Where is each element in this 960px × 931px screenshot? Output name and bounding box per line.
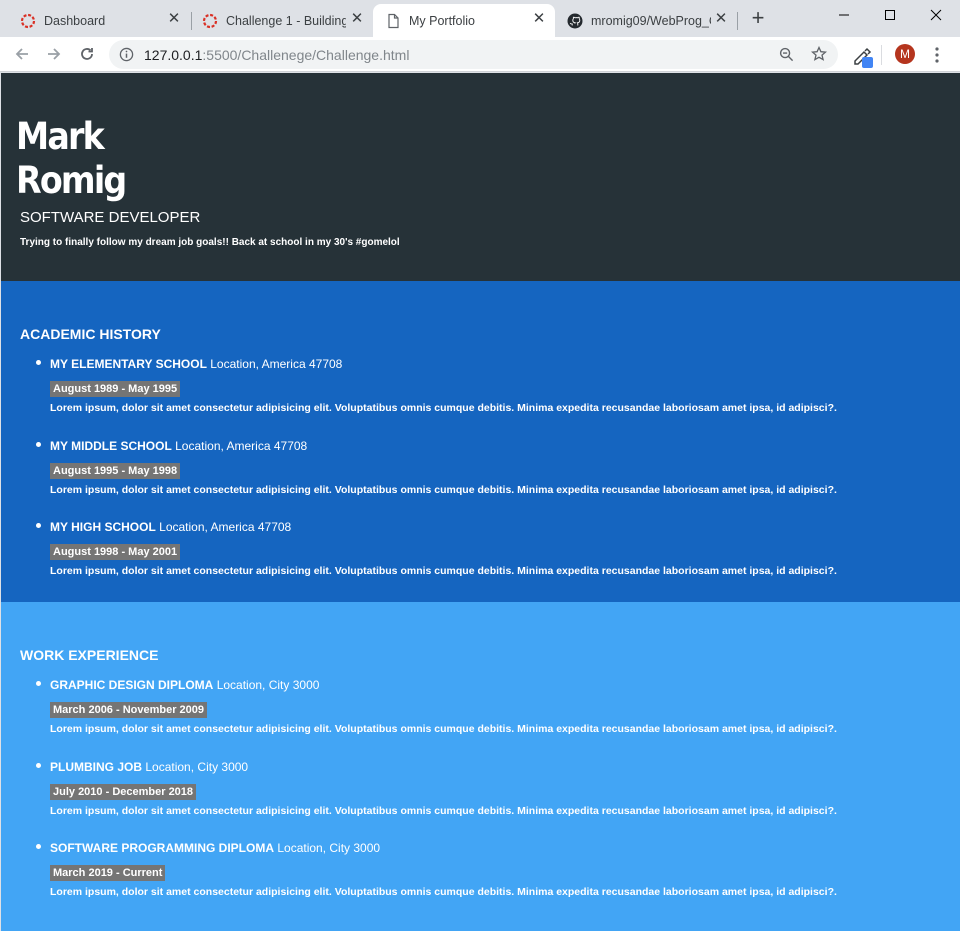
tab-my-portfolio[interactable]: My Portfolio ✕ (373, 4, 555, 37)
url-path: :5500/Challenege/Challenge.html (202, 47, 410, 63)
maximize-button[interactable] (867, 0, 913, 30)
entry-heading: SOFTWARE PROGRAMMING DIPLOMA Location, C… (50, 841, 380, 855)
entry-title: MY ELEMENTARY SCHOOL (50, 357, 207, 371)
date-badge: August 1998 - May 2001 (50, 544, 181, 560)
zoom-icon[interactable] (779, 47, 794, 62)
bullet-icon (36, 681, 41, 686)
url-host: 127.0.0.1 (144, 47, 203, 63)
bullet-icon (36, 844, 41, 849)
page-icon (388, 13, 399, 28)
extension-button[interactable] (852, 46, 874, 68)
close-tab-icon[interactable]: ✕ (531, 11, 547, 27)
hero-section: Mark Romig SOFTWARE DEVELOPER Trying to … (1, 73, 960, 281)
reload-icon (81, 48, 93, 60)
entry-description: Lorem ipsum, dolor sit amet consectetur … (50, 805, 837, 817)
close-tab-icon[interactable]: ✕ (713, 11, 729, 27)
tab-dashboard[interactable]: Dashboard ✕ (8, 4, 190, 37)
minimize-button[interactable] (821, 0, 867, 30)
forward-button[interactable] (42, 42, 66, 66)
entry-heading: MY ELEMENTARY SCHOOL Location, America 4… (50, 357, 342, 371)
tab-strip: Dashboard ✕ Challenge 1 - Building ✕ My … (0, 0, 960, 37)
entry-description: Lorem ipsum, dolor sit amet consectetur … (50, 484, 837, 496)
new-tab-button[interactable]: + (747, 7, 769, 30)
back-button[interactable] (10, 42, 34, 66)
entry-location: Location, America 47708 (175, 439, 308, 453)
eyedropper-icon (854, 47, 873, 68)
entry-description: Lorem ipsum, dolor sit amet consectetur … (50, 886, 837, 898)
bullet-icon (36, 360, 41, 365)
hero-tagline: Trying to finally follow my dream job go… (20, 237, 400, 248)
bullet-icon (36, 442, 41, 447)
bullet-icon (36, 523, 41, 528)
url-text[interactable]: 127.0.0.1:5500/Challenege/Challenge.html (144, 47, 409, 63)
profile-avatar[interactable]: M (895, 44, 915, 64)
section-heading: WORK EXPERIENCE (20, 647, 159, 663)
entry-description: Lorem ipsum, dolor sit amet consectetur … (50, 723, 837, 735)
spinner-icon (202, 13, 218, 28)
date-badge: March 2019 - Current (50, 865, 166, 881)
bookmark-star-icon[interactable] (811, 46, 827, 62)
date-badge: August 1995 - May 1998 (50, 463, 181, 479)
section-heading: ACADEMIC HISTORY (20, 326, 161, 342)
close-tab-icon[interactable]: ✕ (349, 11, 365, 27)
forward-arrow-icon (48, 48, 61, 60)
entry-description: Lorem ipsum, dolor sit amet consectetur … (50, 402, 837, 414)
date-badge: August 1989 - May 1995 (50, 381, 181, 397)
toolbar-divider (881, 45, 882, 65)
entry-title: SOFTWARE PROGRAMMING DIPLOMA (50, 841, 274, 855)
tab-github[interactable]: mromig09/WebProg_C ✕ (555, 4, 737, 37)
entry-location: Location, City 3000 (216, 678, 320, 692)
entry-heading: PLUMBING JOB Location, City 3000 (50, 760, 248, 774)
academic-history-section: ACADEMIC HISTORY MY ELEMENTARY SCHOOL Lo… (1, 281, 960, 602)
entry-heading: MY HIGH SCHOOL Location, America 47708 (50, 520, 291, 534)
github-icon (567, 13, 583, 28)
tab-challenge[interactable]: Challenge 1 - Building ✕ (190, 4, 373, 37)
hero-name: Mark Romig (16, 115, 127, 203)
reload-button[interactable] (75, 42, 99, 66)
more-vert-icon (935, 47, 939, 63)
close-tab-icon[interactable]: ✕ (166, 11, 182, 27)
maximize-icon (885, 10, 895, 20)
browser-toolbar: 127.0.0.1:5500/Challenege/Challenge.html… (0, 37, 960, 72)
tab-title: mromig09/WebProg_C (591, 13, 711, 28)
last-name: Romig (16, 159, 127, 202)
date-badge: July 2010 - December 2018 (50, 784, 197, 800)
entry-location: Location, City 3000 (277, 841, 381, 855)
tab-divider (737, 12, 738, 30)
portfolio-page: Mark Romig SOFTWARE DEVELOPER Trying to … (1, 73, 960, 931)
first-name: Mark (16, 115, 105, 158)
entry-location: Location, City 3000 (145, 760, 249, 774)
entry-location: Location, America 47708 (159, 520, 292, 534)
tab-title: My Portfolio (409, 13, 475, 28)
entry-location: Location, America 47708 (210, 357, 343, 371)
work-experience-section: WORK EXPERIENCE GRAPHIC DESIGN DIPLOMA L… (1, 602, 960, 931)
address-bar[interactable]: 127.0.0.1:5500/Challenege/Challenge.html (109, 40, 838, 69)
close-icon (930, 9, 942, 21)
entry-title: MY HIGH SCHOOL (50, 520, 156, 534)
minimize-icon (839, 14, 849, 16)
info-icon[interactable] (119, 47, 134, 62)
bullet-icon (36, 763, 41, 768)
tab-title: Dashboard (44, 13, 106, 28)
menu-button[interactable] (930, 45, 944, 65)
back-arrow-icon (15, 48, 28, 60)
entry-heading: MY MIDDLE SCHOOL Location, America 47708 (50, 439, 307, 453)
entry-title: PLUMBING JOB (50, 760, 143, 774)
entry-description: Lorem ipsum, dolor sit amet consectetur … (50, 565, 837, 577)
date-badge: March 2006 - November 2009 (50, 702, 208, 718)
close-window-button[interactable] (913, 0, 959, 30)
entry-title: MY MIDDLE SCHOOL (50, 439, 172, 453)
spinner-icon (20, 13, 36, 28)
hero-role: SOFTWARE DEVELOPER (20, 209, 201, 226)
entry-title: GRAPHIC DESIGN DIPLOMA (50, 678, 214, 692)
entry-heading: GRAPHIC DESIGN DIPLOMA Location, City 30… (50, 678, 319, 692)
tab-title: Challenge 1 - Building (226, 13, 346, 28)
